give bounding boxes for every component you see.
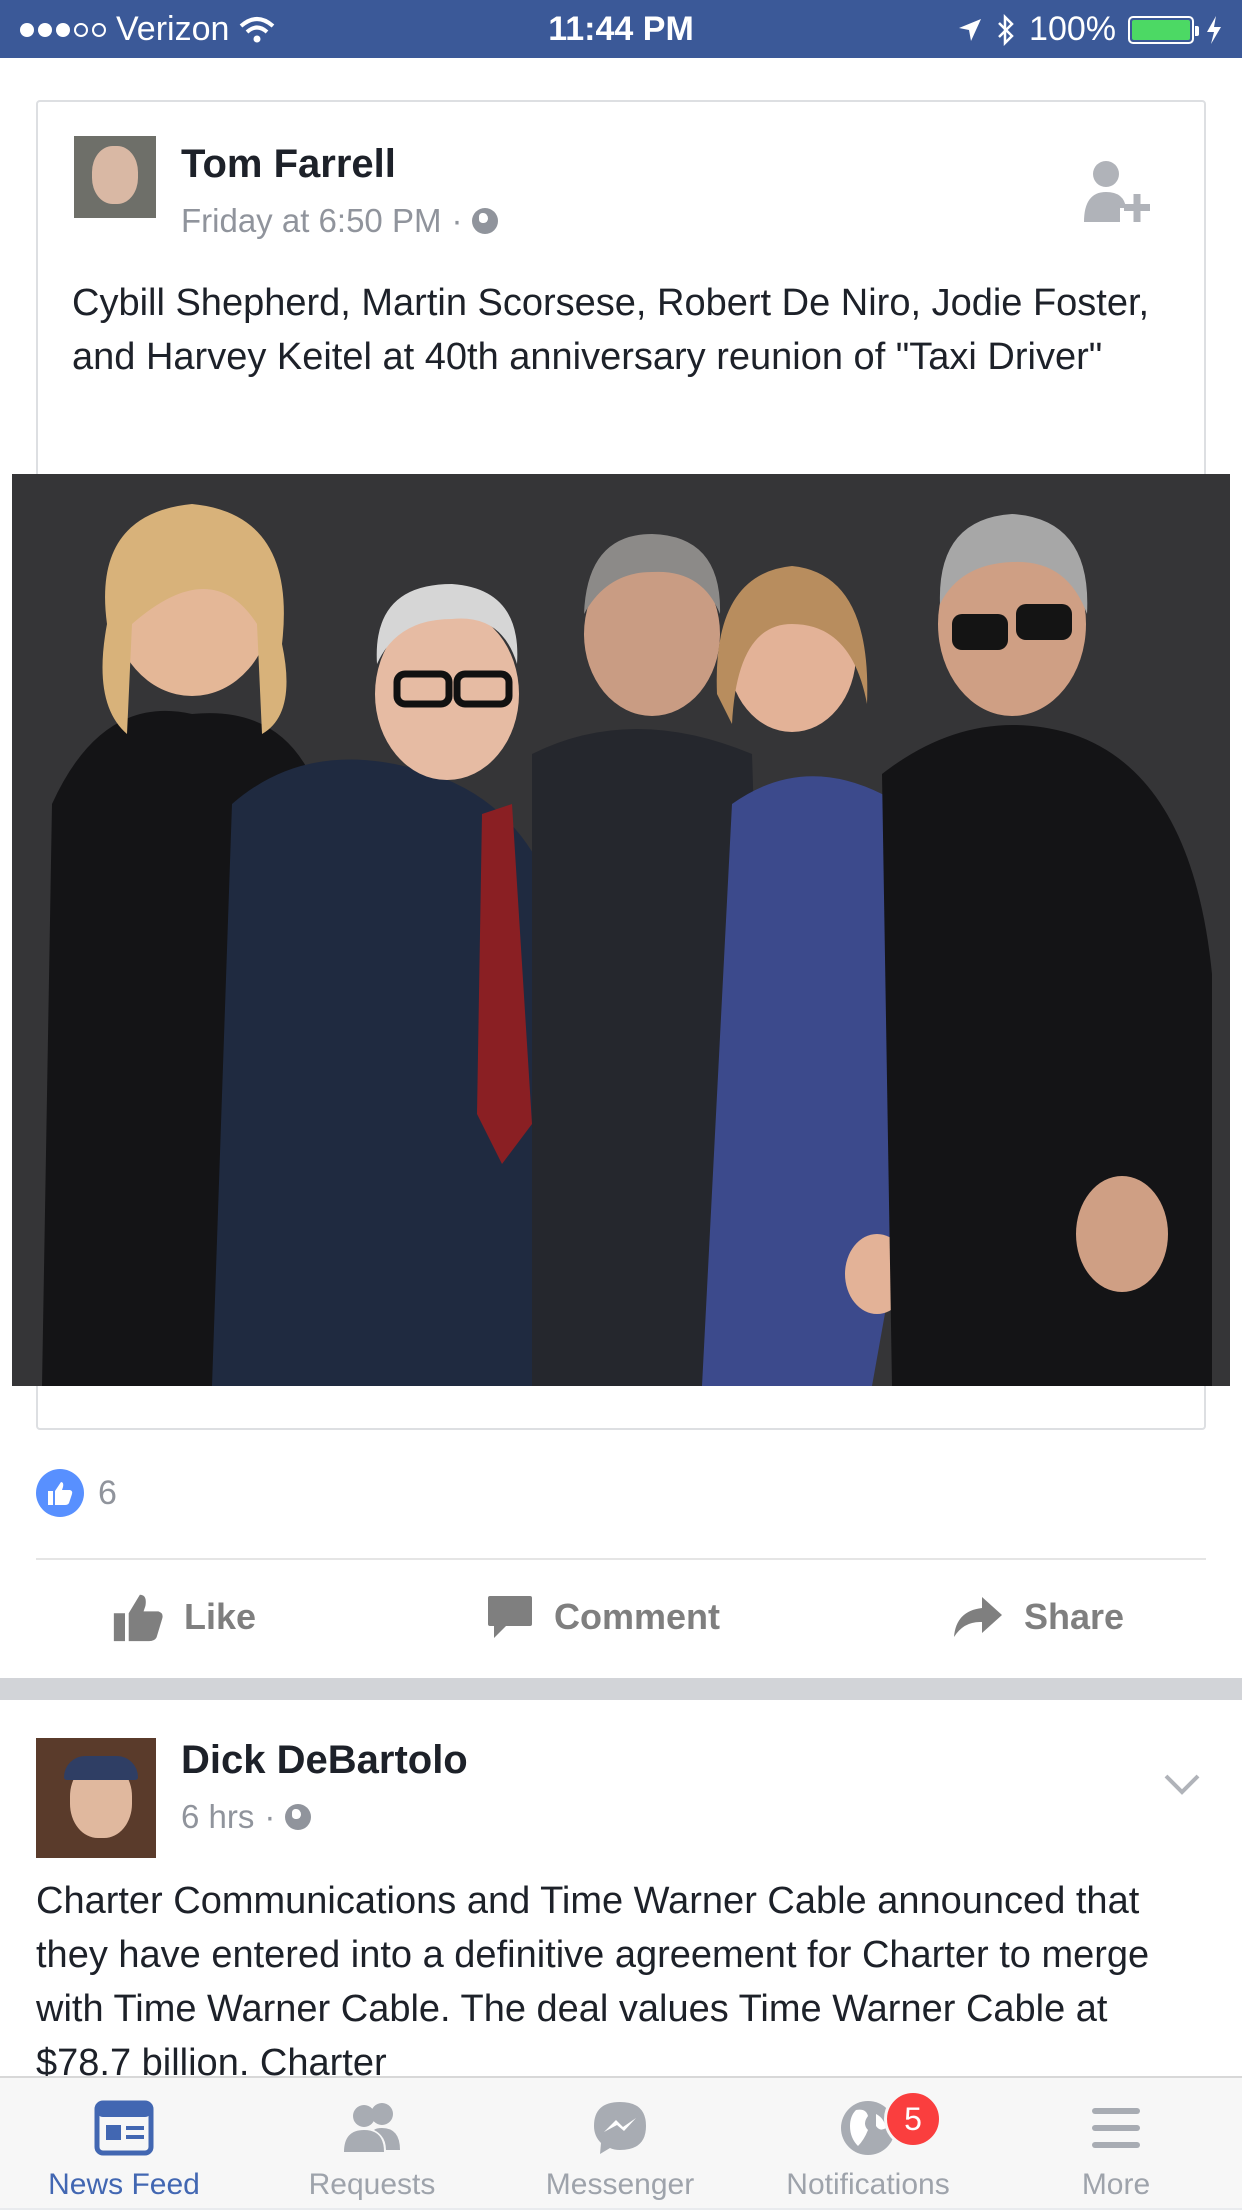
bluetooth-icon xyxy=(998,13,1014,46)
post-meta: Friday at 6:50 PM · xyxy=(181,202,499,240)
tab-label: News Feed xyxy=(48,2168,200,2201)
post-action-bar: Like Comment Share xyxy=(0,1562,1242,1672)
menu-icon xyxy=(1092,2108,1140,2148)
news-feed[interactable]: Tom Farrell Friday at 6:50 PM · Cybill S… xyxy=(0,58,1242,2076)
post-photo[interactable] xyxy=(12,474,1230,1386)
share-icon xyxy=(954,1597,1002,1637)
battery-icon xyxy=(1128,15,1199,44)
feed-story: Dick DeBartolo 6 hrs · Charter Communica… xyxy=(0,1700,1242,2076)
meta-separator: · xyxy=(451,202,463,239)
meta-separator: · xyxy=(264,1798,276,1835)
tab-label: More xyxy=(1081,2168,1151,2201)
avatar[interactable] xyxy=(74,136,156,218)
messenger-icon xyxy=(594,2102,646,2154)
story-separator xyxy=(0,1678,1242,1700)
like-icon xyxy=(113,1594,163,1642)
charging-bolt-icon xyxy=(1207,15,1221,44)
like-reaction-icon xyxy=(36,1469,84,1517)
comment-icon xyxy=(488,1596,532,1638)
post-text: Cybill Shepherd, Martin Scorsese, Robert… xyxy=(72,282,1150,378)
tab-requests[interactable]: Requests xyxy=(248,2078,496,2210)
reactions-summary[interactable]: 6 xyxy=(36,1468,117,1518)
globe-icon xyxy=(472,208,499,234)
location-arrow-icon xyxy=(959,18,982,41)
tab-news-feed[interactable]: News Feed xyxy=(0,2078,248,2210)
post-text: Charter Communications and Time Warner C… xyxy=(36,1880,1150,2076)
share-button[interactable]: Share xyxy=(952,1562,1124,1672)
avatar[interactable] xyxy=(36,1738,156,1858)
group-portrait-image xyxy=(12,474,1230,1386)
feed-story: Tom Farrell Friday at 6:50 PM · Cybill S… xyxy=(0,58,1242,1678)
like-count: 6 xyxy=(98,1473,117,1512)
post-meta: 6 hrs · xyxy=(181,1798,312,1836)
news-feed-icon xyxy=(94,2100,154,2156)
like-button[interactable]: Like xyxy=(112,1562,256,1672)
chevron-down-icon[interactable] xyxy=(1162,1772,1202,1796)
post-timestamp[interactable]: Friday at 6:50 PM xyxy=(181,202,441,240)
friends-icon xyxy=(344,2103,400,2152)
post-timestamp[interactable]: 6 hrs xyxy=(181,1798,254,1836)
tab-messenger[interactable]: Messenger xyxy=(496,2078,744,2210)
notification-badge: 5 xyxy=(884,2090,942,2148)
tab-label: Requests xyxy=(308,2168,436,2201)
like-label: Like xyxy=(184,1596,257,1637)
tab-label: Messenger xyxy=(545,2168,695,2201)
tab-label: Notifications xyxy=(786,2168,950,2201)
battery-percent: 100% xyxy=(1029,10,1116,48)
divider xyxy=(36,1558,1206,1560)
status-right-group: 100% xyxy=(957,10,1222,49)
post-author-name[interactable]: Tom Farrell xyxy=(181,142,396,187)
status-bar: Verizon 11:44 PM 100% xyxy=(0,0,1242,58)
comment-label: Comment xyxy=(554,1596,721,1637)
bottom-tab-bar: News Feed Requests Messenger 5 Notificat… xyxy=(0,2076,1242,2208)
comment-button[interactable]: Comment xyxy=(486,1562,720,1672)
share-label: Share xyxy=(1024,1596,1125,1637)
add-friend-icon[interactable] xyxy=(1080,158,1150,234)
post-author-name[interactable]: Dick DeBartolo xyxy=(181,1738,468,1783)
tab-notifications[interactable]: 5 Notifications xyxy=(744,2078,992,2210)
globe-icon xyxy=(285,1804,312,1830)
tab-more[interactable]: More xyxy=(992,2078,1240,2210)
